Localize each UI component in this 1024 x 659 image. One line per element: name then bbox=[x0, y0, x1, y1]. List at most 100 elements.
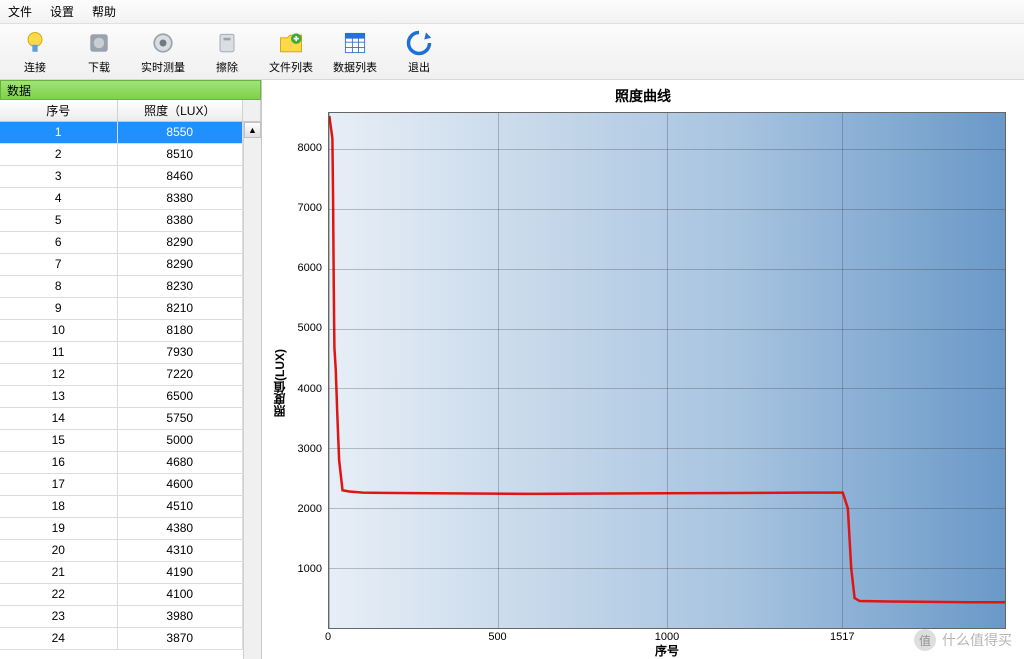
connect-button[interactable]: 连接 bbox=[6, 29, 64, 75]
menu-bar: 文件 设置 帮助 bbox=[0, 0, 1024, 24]
cell-index: 23 bbox=[0, 606, 118, 627]
table-row[interactable]: 224100 bbox=[0, 584, 243, 606]
toolbar: 连接 下载 实时测量 擦除 文件列表数据列表 退出 bbox=[0, 24, 1024, 80]
cell-index: 7 bbox=[0, 254, 118, 275]
cell-value: 4310 bbox=[118, 540, 243, 561]
table-row[interactable]: 28510 bbox=[0, 144, 243, 166]
datalist-button[interactable]: 数据列表 bbox=[326, 29, 384, 75]
cell-index: 17 bbox=[0, 474, 118, 495]
cell-index: 3 bbox=[0, 166, 118, 187]
table-row[interactable]: 78290 bbox=[0, 254, 243, 276]
table-row[interactable]: 68290 bbox=[0, 232, 243, 254]
cell-value: 7930 bbox=[118, 342, 243, 363]
table-row[interactable]: 243870 bbox=[0, 628, 243, 650]
table-row[interactable]: 214190 bbox=[0, 562, 243, 584]
datalist-icon bbox=[341, 29, 369, 57]
table-row[interactable]: 127220 bbox=[0, 364, 243, 386]
scroll-up-icon[interactable]: ▲ bbox=[244, 122, 261, 138]
exit-label: 退出 bbox=[408, 59, 430, 75]
cell-value: 8180 bbox=[118, 320, 243, 341]
cell-index: 11 bbox=[0, 342, 118, 363]
cell-value: 8380 bbox=[118, 210, 243, 231]
chart-panel: 照度曲线 照度值(LUX) 10002000300040005000600070… bbox=[262, 80, 1024, 659]
cell-index: 4 bbox=[0, 188, 118, 209]
cell-value: 8210 bbox=[118, 298, 243, 319]
menu-settings[interactable]: 设置 bbox=[50, 3, 74, 20]
cell-value: 7220 bbox=[118, 364, 243, 385]
table-row[interactable]: 194380 bbox=[0, 518, 243, 540]
table-row[interactable]: 98210 bbox=[0, 298, 243, 320]
cell-index: 1 bbox=[0, 122, 118, 143]
cell-index: 8 bbox=[0, 276, 118, 297]
table-row[interactable]: 108180 bbox=[0, 320, 243, 342]
cell-value: 4600 bbox=[118, 474, 243, 495]
cell-index: 13 bbox=[0, 386, 118, 407]
exit-icon bbox=[405, 29, 433, 57]
datalist-label: 数据列表 bbox=[333, 59, 377, 75]
filelist-icon bbox=[277, 29, 305, 57]
erase-icon bbox=[213, 29, 241, 57]
watermark-text: 什么值得买 bbox=[942, 630, 1012, 650]
download-button[interactable]: 下载 bbox=[70, 29, 128, 75]
chart-title: 照度曲线 bbox=[270, 86, 1016, 106]
cell-value: 3980 bbox=[118, 606, 243, 627]
cell-index: 2 bbox=[0, 144, 118, 165]
cell-index: 20 bbox=[0, 540, 118, 561]
cell-index: 9 bbox=[0, 298, 118, 319]
x-axis-label: 序号 bbox=[328, 642, 1006, 659]
erase-button[interactable]: 擦除 bbox=[198, 29, 256, 75]
filelist-button[interactable]: 文件列表 bbox=[262, 29, 320, 75]
cell-index: 22 bbox=[0, 584, 118, 605]
cell-value: 8510 bbox=[118, 144, 243, 165]
connect-icon bbox=[21, 29, 49, 57]
y-axis-label: 照度值(LUX) bbox=[270, 106, 288, 659]
cell-value: 8550 bbox=[118, 122, 243, 143]
realtime-label: 实时测量 bbox=[141, 59, 185, 75]
table-row[interactable]: 117930 bbox=[0, 342, 243, 364]
watermark: 值 什么值得买 bbox=[914, 629, 1012, 651]
erase-label: 擦除 bbox=[216, 59, 238, 75]
realtime-button[interactable]: 实时测量 bbox=[134, 29, 192, 75]
watermark-badge-icon: 值 bbox=[914, 629, 936, 651]
scrollbar[interactable]: ▲ bbox=[243, 122, 261, 659]
cell-index: 15 bbox=[0, 430, 118, 451]
exit-button[interactable]: 退出 bbox=[390, 29, 448, 75]
cell-value: 6500 bbox=[118, 386, 243, 407]
cell-index: 10 bbox=[0, 320, 118, 341]
cell-value: 8230 bbox=[118, 276, 243, 297]
table-row[interactable]: 136500 bbox=[0, 386, 243, 408]
table-row[interactable]: 184510 bbox=[0, 496, 243, 518]
menu-file[interactable]: 文件 bbox=[8, 3, 32, 20]
cell-index: 21 bbox=[0, 562, 118, 583]
y-axis-ticks: 10002000300040005000600070008000 bbox=[288, 106, 328, 659]
cell-value: 4190 bbox=[118, 562, 243, 583]
table-row[interactable]: 155000 bbox=[0, 430, 243, 452]
cell-index: 5 bbox=[0, 210, 118, 231]
download-label: 下载 bbox=[88, 59, 110, 75]
table-row[interactable]: 88230 bbox=[0, 276, 243, 298]
cell-value: 8380 bbox=[118, 188, 243, 209]
cell-index: 14 bbox=[0, 408, 118, 429]
table-row[interactable]: 204310 bbox=[0, 540, 243, 562]
data-panel: 数据 序号 照度（LUX） 18550285103846048380583806… bbox=[0, 80, 262, 659]
cell-value: 8460 bbox=[118, 166, 243, 187]
realtime-icon bbox=[149, 29, 177, 57]
table-row[interactable]: 18550 bbox=[0, 122, 243, 144]
table-header-scroll bbox=[243, 100, 261, 121]
panel-title: 数据 bbox=[0, 80, 261, 100]
cell-value: 3870 bbox=[118, 628, 243, 649]
cell-value: 4100 bbox=[118, 584, 243, 605]
table-row[interactable]: 38460 bbox=[0, 166, 243, 188]
table-row[interactable]: 145750 bbox=[0, 408, 243, 430]
table-row[interactable]: 233980 bbox=[0, 606, 243, 628]
table-row[interactable]: 58380 bbox=[0, 210, 243, 232]
connect-label: 连接 bbox=[24, 59, 46, 75]
download-icon bbox=[85, 29, 113, 57]
menu-help[interactable]: 帮助 bbox=[92, 3, 116, 20]
table-row[interactable]: 48380 bbox=[0, 188, 243, 210]
table-row[interactable]: 174600 bbox=[0, 474, 243, 496]
table-header-value[interactable]: 照度（LUX） bbox=[118, 100, 244, 121]
table-header-index[interactable]: 序号 bbox=[0, 100, 118, 121]
table-row[interactable]: 164680 bbox=[0, 452, 243, 474]
chart-plot: 050010001517 序号 bbox=[328, 106, 1016, 659]
